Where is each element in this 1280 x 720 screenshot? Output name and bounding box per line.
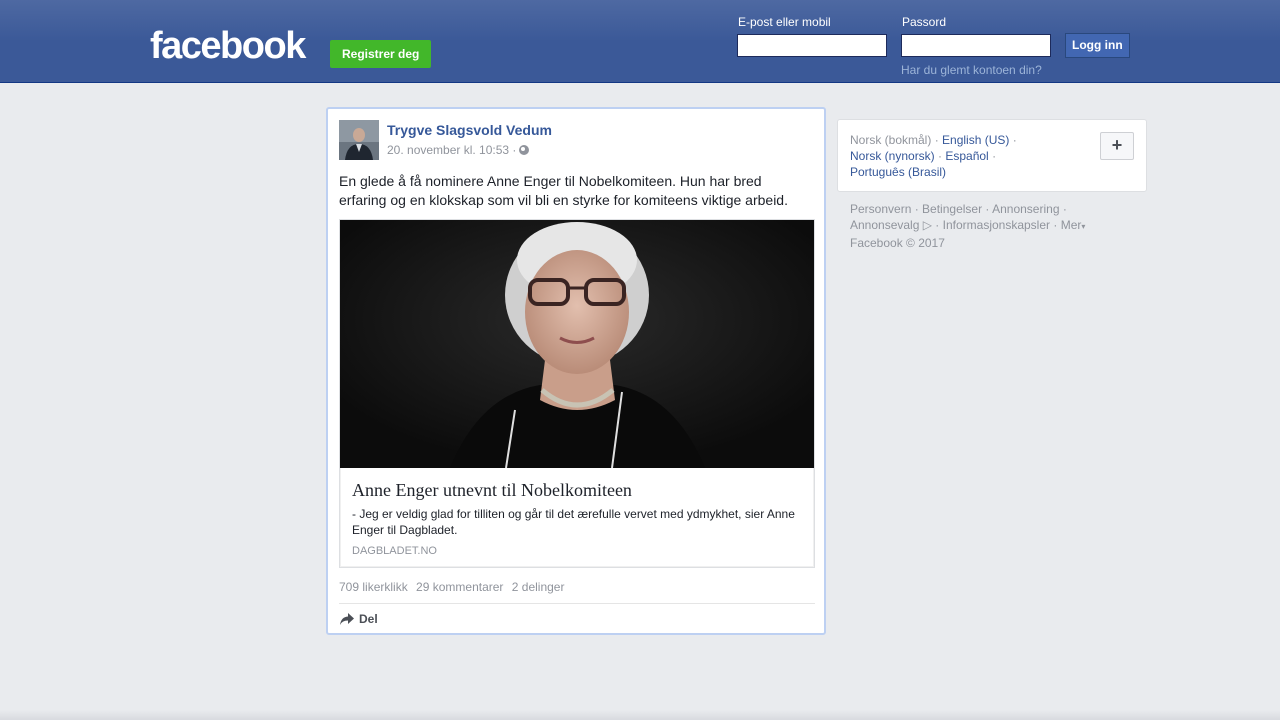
- language-nynorsk[interactable]: Norsk (nynorsk): [850, 149, 935, 163]
- bottom-shade: [0, 710, 1280, 720]
- footer: Personvern · Betingelser · Annonsering ·…: [850, 202, 1086, 250]
- post-timestamp[interactable]: 20. november kl. 10:53 ·: [387, 143, 530, 157]
- login-button[interactable]: Logg inn: [1065, 33, 1130, 58]
- post-card: Trygve Slagsvold Vedum 20. november kl. …: [326, 107, 826, 635]
- password-label: Passord: [902, 15, 947, 29]
- author-name[interactable]: Trygve Slagsvold Vedum: [387, 122, 552, 138]
- footer-link-terms[interactable]: Betingelser: [922, 202, 982, 216]
- likes-count[interactable]: 709 likerklikk: [339, 580, 408, 594]
- language-english-us[interactable]: English (US): [942, 133, 1009, 147]
- footer-link-more[interactable]: Mer▾: [1061, 218, 1086, 232]
- share-arrow-icon: [340, 613, 354, 625]
- link-description: - Jeg er veldig glad for tilliten og går…: [352, 507, 795, 537]
- footer-link-cookies[interactable]: Informasjonskapsler: [943, 218, 1050, 232]
- footer-link-privacy[interactable]: Personvern: [850, 202, 911, 216]
- footer-link-advertising[interactable]: Annonsering: [992, 202, 1059, 216]
- adchoices-icon: ▷: [922, 218, 932, 232]
- author-avatar[interactable]: [339, 120, 379, 160]
- language-espanol[interactable]: Español: [945, 149, 988, 163]
- language-current: Norsk (bokmål): [850, 133, 932, 147]
- post-text: En glede å få nominere Anne Enger til No…: [339, 173, 788, 208]
- facebook-logo[interactable]: facebook: [150, 26, 306, 66]
- language-box: Norsk (bokmål) · English (US) · Norsk (n…: [837, 119, 1147, 192]
- timestamp-text: 20. november kl. 10:53 ·: [387, 143, 517, 157]
- language-portugues[interactable]: Português (Brasil): [850, 165, 946, 179]
- globe-icon: [519, 145, 530, 155]
- password-field[interactable]: [901, 34, 1051, 57]
- share-button[interactable]: Del: [339, 612, 378, 626]
- link-preview-image[interactable]: [340, 220, 814, 468]
- language-list: Norsk (bokmål) · English (US) · Norsk (n…: [850, 133, 1017, 179]
- comments-count[interactable]: 29 kommentarer: [416, 580, 503, 594]
- shares-count[interactable]: 2 delinger: [512, 580, 565, 594]
- copyright: Facebook © 2017: [850, 236, 945, 250]
- post-stats: 709 likerklikk 29 kommentarer 2 delinger: [339, 580, 569, 594]
- top-bar: facebook Registrer deg E-post eller mobi…: [0, 0, 1280, 83]
- forgot-account-link[interactable]: Har du glemt kontoen din?: [901, 63, 1042, 77]
- caret-down-icon: ▾: [1081, 222, 1086, 231]
- link-title[interactable]: Anne Enger utnevnt til Nobelkomiteen: [352, 480, 632, 501]
- footer-link-adchoices[interactable]: Annonsevalg ▷: [850, 218, 932, 232]
- link-preview[interactable]: Anne Enger utnevnt til Nobelkomiteen - J…: [339, 219, 815, 568]
- link-domain: DAGBLADET.NO: [352, 545, 437, 557]
- action-divider: [339, 603, 815, 604]
- register-button[interactable]: Registrer deg: [330, 40, 432, 68]
- email-label: E-post eller mobil: [738, 15, 831, 29]
- share-label: Del: [359, 612, 378, 626]
- email-field[interactable]: [737, 34, 887, 57]
- add-language-button[interactable]: +: [1100, 132, 1134, 160]
